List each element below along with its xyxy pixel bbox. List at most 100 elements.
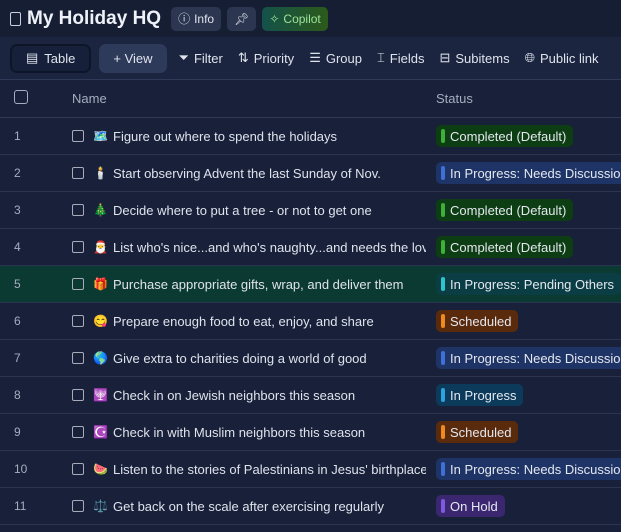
toolbar: ▤ Table + View ⏷ Filter ⇅ Priority ☰ Group ⌶… [0, 37, 621, 80]
table-header: Name Status [0, 80, 621, 118]
item-name[interactable]: List who's nice...and who's naughty...an… [113, 240, 426, 255]
sort-icon: ⇅ [237, 50, 249, 65]
item-name[interactable]: Start observing Advent the last Sunday o… [113, 166, 381, 181]
note-icon[interactable] [72, 500, 84, 512]
subitems-icon: ⊟ [439, 50, 451, 65]
info-button[interactable]: ⓘ Info [171, 6, 222, 31]
status-color-bar [441, 277, 445, 291]
item-name[interactable]: Prepare enough food to eat, enjoy, and s… [113, 314, 374, 329]
filter-button[interactable]: ⏷ Filter [179, 50, 223, 66]
status-color-bar [441, 425, 445, 439]
item-emoji-icon: 😋 [93, 314, 108, 328]
item-emoji-icon: 🕎 [93, 388, 108, 402]
table-body: 1 🗺️ Figure out where to spend the holida… [0, 118, 621, 525]
status-badge[interactable]: In Progress: Pending Others [436, 273, 621, 295]
pin-button[interactable]: 📌︎ [227, 6, 257, 31]
note-icon[interactable] [72, 463, 84, 475]
row-number: 3 [14, 203, 21, 217]
status-badge[interactable]: In Progress: Needs Discussion [436, 458, 621, 480]
row-number: 10 [14, 462, 28, 476]
table-icon: ▤ [26, 50, 39, 65]
copilot-button[interactable]: ✧ Copilot [262, 6, 328, 31]
note-icon[interactable] [72, 389, 84, 401]
note-icon[interactable] [72, 130, 84, 142]
item-name[interactable]: Listen to the stories of Palestinians in… [113, 462, 426, 477]
note-icon[interactable] [72, 167, 84, 179]
status-badge[interactable]: In Progress [436, 384, 524, 406]
item-name[interactable]: Give extra to charities doing a world of… [113, 351, 367, 366]
item-name[interactable]: Check in on Jewish neighbors this season [113, 388, 355, 403]
table-row[interactable]: 4 🎅 List who's nice...and who's naughty..… [0, 229, 621, 266]
item-name[interactable]: Get back on the scale after exercising r… [113, 499, 384, 514]
table-row[interactable]: 6 😋 Prepare enough food to eat, enjoy, an… [0, 303, 621, 340]
note-icon[interactable] [72, 315, 84, 327]
row-number: 9 [14, 425, 21, 439]
globe-icon: 🌐︎ [524, 50, 535, 65]
add-view-button[interactable]: + View [99, 43, 167, 73]
status-badge[interactable]: Completed (Default) [436, 236, 574, 258]
note-icon[interactable] [72, 241, 84, 253]
item-name[interactable]: Figure out where to spend the holidays [113, 129, 337, 144]
row-number: 8 [14, 388, 21, 402]
status-badge[interactable]: In Progress: Needs Discussion [436, 347, 621, 369]
select-all-checkbox[interactable] [14, 90, 28, 104]
filter-icon: ⏷ [178, 50, 189, 65]
status-color-bar [441, 203, 445, 217]
table-row[interactable]: 7 🌎 Give extra to charities doing a world… [0, 340, 621, 377]
board-icon [10, 11, 21, 26]
item-emoji-icon: ☪️ [93, 425, 108, 439]
status-color-bar [441, 499, 445, 513]
group-icon: ☰ [309, 50, 321, 65]
note-icon[interactable] [72, 426, 84, 438]
fields-icon: ⌶ [376, 50, 385, 65]
status-badge[interactable]: Scheduled [436, 421, 519, 443]
table-row[interactable]: 9 ☪️ Check in with Muslim neighbors this … [0, 414, 621, 451]
column-header-status[interactable]: Status [426, 91, 621, 106]
page-title: My Holiday HQ [27, 7, 162, 29]
priority-button[interactable]: ⇅ Priority [238, 50, 294, 66]
row-number: 2 [14, 166, 21, 180]
subitems-button[interactable]: ⊟ Subitems [439, 50, 509, 66]
status-color-bar [441, 462, 445, 476]
group-button[interactable]: ☰ Group [309, 50, 362, 66]
item-name[interactable]: Check in with Muslim neighbors this seas… [113, 425, 365, 440]
table-row[interactable]: 10 🍉 Listen to the stories of Palestinian… [0, 451, 621, 488]
table-row[interactable]: 5 🎁 Purchase appropriate gifts, wrap, and… [0, 266, 621, 303]
public-link-button[interactable]: 🌐︎ Public link [525, 50, 599, 66]
item-emoji-icon: 🎅 [93, 240, 108, 254]
status-badge[interactable]: In Progress: Needs Discussion [436, 162, 621, 184]
item-emoji-icon: 🕯️ [93, 166, 108, 180]
item-name[interactable]: Purchase appropriate gifts, wrap, and de… [113, 277, 404, 292]
item-emoji-icon: 🎄 [93, 203, 108, 217]
table-row[interactable]: 8 🕎 Check in on Jewish neighbors this sea… [0, 377, 621, 414]
table-view-button[interactable]: ▤ Table [10, 43, 92, 73]
item-emoji-icon: 🗺️ [93, 129, 108, 143]
table-row[interactable]: 11 ⚖️ Get back on the scale after exercis… [0, 488, 621, 525]
status-badge[interactable]: On Hold [436, 495, 505, 517]
title-bar: My Holiday HQ ⓘ Info 📌︎ ✧ Copilot [0, 0, 621, 37]
table-row[interactable]: 3 🎄 Decide where to put a tree - or not t… [0, 192, 621, 229]
status-color-bar [441, 314, 445, 328]
row-number: 5 [14, 277, 21, 291]
row-number: 4 [14, 240, 21, 254]
status-color-bar [441, 351, 445, 365]
status-badge[interactable]: Scheduled [436, 310, 519, 332]
item-emoji-icon: 🌎 [93, 351, 108, 365]
note-icon[interactable] [72, 278, 84, 290]
status-color-bar [441, 166, 445, 180]
status-badge[interactable]: Completed (Default) [436, 125, 574, 147]
fields-button[interactable]: ⌶ Fields [377, 50, 425, 66]
sparkle-icon: ✧ [269, 11, 280, 26]
item-name[interactable]: Decide where to put a tree - or not to g… [113, 203, 372, 218]
status-color-bar [441, 240, 445, 254]
table-row[interactable]: 2 🕯️ Start observing Advent the last Sund… [0, 155, 621, 192]
status-badge[interactable]: Completed (Default) [436, 199, 574, 221]
column-header-name[interactable]: Name [60, 91, 426, 106]
note-icon[interactable] [72, 352, 84, 364]
item-emoji-icon: ⚖️ [93, 499, 108, 513]
status-color-bar [441, 129, 445, 143]
table-row[interactable]: 1 🗺️ Figure out where to spend the holida… [0, 118, 621, 155]
status-color-bar [441, 388, 445, 402]
pin-icon: 📌︎ [234, 11, 250, 26]
note-icon[interactable] [72, 204, 84, 216]
